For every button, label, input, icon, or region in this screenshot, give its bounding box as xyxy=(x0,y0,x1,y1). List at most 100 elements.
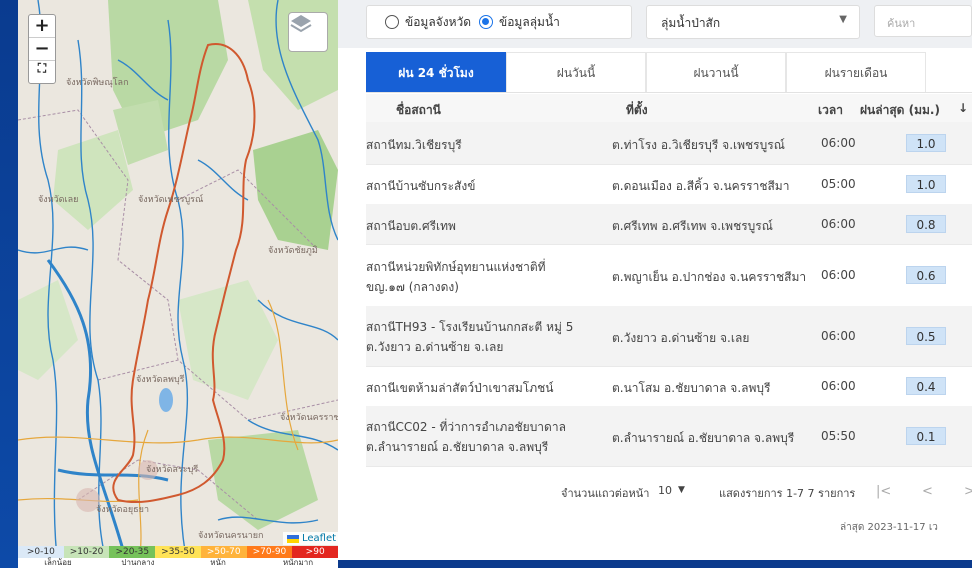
legend-range: >20-35 xyxy=(109,546,156,558)
map-label: จังหวัดนครนายก xyxy=(198,531,264,541)
station-location: ต.ศรีเทพ อ.ศรีเทพ จ.เพชรบูรณ์ xyxy=(612,219,773,233)
legend-range: >70-90 xyxy=(246,546,293,558)
attribution-link[interactable]: Leaflet xyxy=(302,533,336,544)
rain-value-badge: 0.1 xyxy=(906,427,946,445)
layers-icon xyxy=(290,15,312,33)
next-page-button[interactable]: > xyxy=(964,484,972,499)
station-name: สถานีอบต.ศรีเทพ xyxy=(366,219,456,233)
map-label: จังหวัดเพชรบูรณ์ xyxy=(138,195,204,205)
tab-rain-monthly[interactable]: ฝนรายเดือน xyxy=(786,52,926,92)
station-name-line2: ต.วังยาว อ.ด่านซ้าย จ.เลย xyxy=(366,340,504,354)
table-row[interactable]: สถานีทม.วิเชียรบุรี ต.ท่าโรง อ.วิเชียรบุ… xyxy=(366,122,972,165)
tab-rain-yesterday[interactable]: ฝนวานนี้ xyxy=(646,52,786,92)
basin-select[interactable]: ลุ่มน้ำป่าสัก ▼ xyxy=(646,5,860,39)
station-name: สถานีบ้านซับกระสังข์ xyxy=(366,179,476,193)
first-page-button[interactable]: |< xyxy=(876,484,891,499)
rain-value-badge: 0.4 xyxy=(906,377,946,395)
legend-range: >10-20 xyxy=(63,546,110,558)
reservoir xyxy=(159,388,173,412)
rain-value-badge: 0.6 xyxy=(906,266,946,284)
column-header-name[interactable]: ชื่อสถานี xyxy=(396,101,441,120)
station-name: สถานีเขตห้ามล่าสัตว์ป่าเขาสมโภชน์ xyxy=(366,381,554,395)
prev-page-button[interactable]: < xyxy=(922,484,933,499)
station-name: สถานีTH93 - โรงเรียนบ้านกกสะตี หมู่ 5 xyxy=(366,320,574,334)
tab-rain-today[interactable]: ฝนวันนี้ xyxy=(506,52,646,92)
window-frame-bottom xyxy=(338,560,972,568)
table-row[interactable]: สถานีเขตห้ามล่าสัตว์ป่าเขาสมโภชน์ ต.นาโส… xyxy=(366,366,972,407)
table-row[interactable]: สถานีหน่วยพิทักษ์อุทยานแห่งชาติที่ ขญ.๑๗… xyxy=(366,244,972,307)
station-time: 06:00 xyxy=(821,329,856,343)
radio-province[interactable] xyxy=(385,15,399,29)
rain-tabs: ฝน 24 ชั่วโมง ฝนวันนี้ ฝนวานนี้ ฝนรายเดื… xyxy=(366,52,972,93)
station-time: 06:00 xyxy=(821,136,856,150)
station-time: 05:00 xyxy=(821,177,856,191)
tab-rain-24h[interactable]: ฝน 24 ชั่วโมง xyxy=(366,52,506,92)
ukraine-flag-icon xyxy=(287,534,299,543)
rows-per-page-select[interactable]: 10 xyxy=(658,484,672,497)
station-time: 05:50 xyxy=(821,429,856,443)
rows-per-page-label: จำนวนแถวต่อหน้า xyxy=(561,487,650,500)
legend-range: >90 xyxy=(292,546,338,558)
table-header: ชื่อสถานี ที่ตั้ง เวลา ฝนล่าสุด (มม.) ↓ xyxy=(366,94,972,122)
column-header-rain[interactable]: ฝนล่าสุด (มม.) xyxy=(860,101,940,120)
rain-value-badge: 0.5 xyxy=(906,327,946,345)
filter-bar: ข้อมูลจังหวัด ข้อมูลลุ่มน้ำ ลุ่มน้ำป่าสั… xyxy=(338,0,972,48)
station-location: ต.ท่าโรง อ.วิเชียรบุรี จ.เพชรบูรณ์ xyxy=(612,138,785,152)
pagination-range: แสดงรายการ 1-7 7 รายการ xyxy=(719,487,856,500)
map-label: จังหวัดสระบุรี xyxy=(146,465,199,475)
map-label: จังหวัดเลย xyxy=(38,195,79,205)
rain-map[interactable]: จังหวัดพิษณุโลก จังหวัดเพชรบูรณ์ จังหวัด… xyxy=(18,0,338,568)
station-panel: ข้อมูลจังหวัด ข้อมูลลุ่มน้ำ ลุ่มน้ำป่าสั… xyxy=(338,0,972,568)
zoom-in-button[interactable]: + xyxy=(29,15,55,38)
station-location: ต.พญาเย็น อ.ปากช่อง จ.นครราชสีมา xyxy=(612,270,807,284)
table-row[interactable]: สถานีอบต.ศรีเทพ ต.ศรีเทพ อ.ศรีเทพ จ.เพชร… xyxy=(366,204,972,245)
table-row[interactable]: สถานีTH93 - โรงเรียนบ้านกกสะตี หมู่ 5 ต.… xyxy=(366,306,972,367)
station-location: ต.ลำนารายณ์ อ.ชัยบาดาล จ.ลพบุรี xyxy=(612,431,795,445)
station-location: ต.ดอนเมือง อ.สีคิ้ว จ.นครราชสีมา xyxy=(612,179,790,193)
legend-range: >35-50 xyxy=(155,546,201,558)
map-label: จังหวัดนครราชสีมา xyxy=(280,413,338,423)
reset-view-button[interactable]: ⛶ xyxy=(29,61,55,83)
zoom-out-button[interactable]: − xyxy=(29,38,55,61)
station-location: ต.วังยาว อ.ด่านซ้าย จ.เลย xyxy=(612,331,750,345)
legend-name: หนักมาก xyxy=(282,558,314,567)
station-location: ต.นาโสม อ.ชัยบาดาล จ.ลพบุรี xyxy=(612,381,771,395)
zoom-control: + − ⛶ xyxy=(28,14,56,84)
rain-value-badge: 1.0 xyxy=(906,134,946,152)
column-header-location[interactable]: ที่ตั้ง xyxy=(626,101,648,120)
table-pagination: จำนวนแถวต่อหน้า 10 ▼ แสดงรายการ 1-7 7 รา… xyxy=(366,476,972,506)
legend-name: เล็กน้อย xyxy=(44,558,72,567)
station-name: สถานีCC02 - ที่ว่าการอำเภอชัยบาดาล xyxy=(366,420,566,434)
station-name: สถานีทม.วิเชียรบุรี xyxy=(366,138,462,152)
rain-value-badge: 0.8 xyxy=(906,215,946,233)
radio-basin[interactable] xyxy=(479,15,494,29)
radio-basin-label[interactable]: ข้อมูลลุ่มน้ำ xyxy=(499,13,560,32)
map-label: จังหวัดชัยภูมิ xyxy=(268,246,318,256)
rows-per-page-chevron-icon[interactable]: ▼ xyxy=(678,485,685,495)
rain-value-badge: 1.0 xyxy=(906,175,946,193)
table-row[interactable]: สถานีCC02 - ที่ว่าการอำเภอชัยบาดาล ต.ลำน… xyxy=(366,406,972,467)
map-attribution[interactable]: Leaflet xyxy=(283,532,338,545)
legend-range: >0-10 xyxy=(18,546,64,558)
legend-range: >50-70 xyxy=(200,546,247,558)
sort-arrow-icon[interactable]: ↓ xyxy=(958,101,968,115)
rain-legend: >0-10 >10-20 >20-35 >35-50 >50-70 >70-90… xyxy=(18,546,338,568)
map-label: จังหวัดลพบุรี xyxy=(136,375,185,385)
last-updated: ล่าสุด 2023-11-17 เว xyxy=(840,522,938,533)
table-row[interactable]: สถานีบ้านซับกระสังข์ ต.ดอนเมือง อ.สีคิ้ว… xyxy=(366,164,972,205)
station-time: 06:00 xyxy=(821,379,856,393)
map-label: จังหวัดอยุธยา xyxy=(96,505,149,515)
radio-province-label[interactable]: ข้อมูลจังหวัด xyxy=(405,13,471,32)
station-time: 06:00 xyxy=(821,268,856,282)
station-name-line2: ต.ลำนารายณ์ อ.ชัยบาดาล จ.ลพบุรี xyxy=(366,440,549,454)
layers-button[interactable] xyxy=(288,12,328,52)
station-name-line2: ขญ.๑๗ (กลางดง) xyxy=(366,280,459,294)
station-time: 06:00 xyxy=(821,217,856,231)
data-type-radio-group: ข้อมูลจังหวัด ข้อมูลลุ่มน้ำ xyxy=(366,5,632,39)
column-header-time[interactable]: เวลา xyxy=(818,101,843,120)
chevron-down-icon: ▼ xyxy=(839,14,847,25)
station-name: สถานีหน่วยพิทักษ์อุทยานแห่งชาติที่ xyxy=(366,260,546,274)
search-input[interactable]: ค้นหา xyxy=(874,5,972,37)
map-label: จังหวัดพิษณุโลก xyxy=(66,78,129,88)
basin-select-value: ลุ่มน้ำป่าสัก xyxy=(661,16,721,30)
